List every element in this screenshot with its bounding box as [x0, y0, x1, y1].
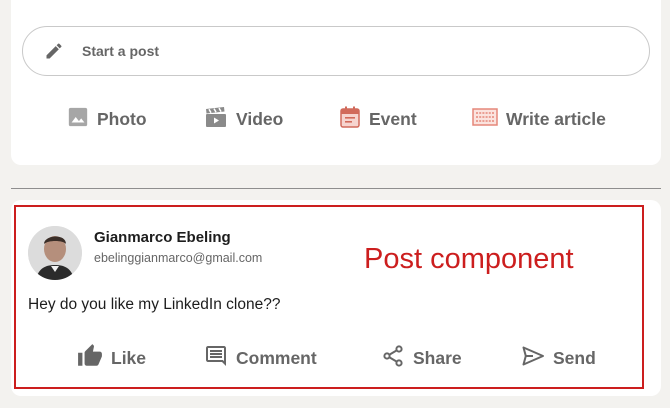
- photo-icon: [67, 106, 89, 133]
- post-component-annotation: Post component: [364, 243, 574, 275]
- write-article-label: Write article: [506, 108, 606, 129]
- send-icon: [521, 344, 545, 373]
- event-label: Event: [369, 108, 417, 129]
- article-icon: [472, 107, 498, 132]
- composer-actions: Photo Video Event Write article: [11, 100, 661, 138]
- start-post-placeholder: Start a post: [82, 43, 160, 59]
- comment-label: Comment: [236, 347, 317, 368]
- thumbs-up-icon: [77, 343, 103, 374]
- avatar[interactable]: [28, 226, 82, 280]
- write-article-button[interactable]: Write article: [472, 100, 606, 138]
- comment-button[interactable]: Comment: [204, 340, 317, 376]
- author-name[interactable]: Gianmarco Ebeling: [94, 229, 231, 246]
- share-button[interactable]: Share: [381, 340, 462, 376]
- photo-label: Photo: [97, 108, 147, 129]
- event-button[interactable]: Event: [339, 100, 417, 138]
- video-icon: [204, 105, 228, 134]
- feed-divider: [11, 188, 661, 189]
- photo-button[interactable]: Photo: [67, 100, 147, 138]
- post-text: Hey do you like my LinkedIn clone??: [28, 296, 281, 313]
- like-button[interactable]: Like: [77, 340, 146, 376]
- send-label: Send: [553, 347, 596, 368]
- event-icon: [339, 105, 361, 134]
- pencil-icon: [43, 40, 65, 62]
- like-label: Like: [111, 347, 147, 368]
- author-email: ebelinggianmarco@gmail.com: [94, 251, 263, 265]
- comment-icon: [204, 344, 228, 373]
- send-button[interactable]: Send: [521, 340, 596, 376]
- video-label: Video: [236, 108, 284, 129]
- share-label: Share: [413, 347, 462, 368]
- post-composer-card: Start a post Photo Video Event Write art…: [11, 0, 661, 165]
- video-button[interactable]: Video: [204, 100, 283, 138]
- share-icon: [381, 344, 405, 373]
- start-post-input[interactable]: Start a post: [22, 26, 650, 76]
